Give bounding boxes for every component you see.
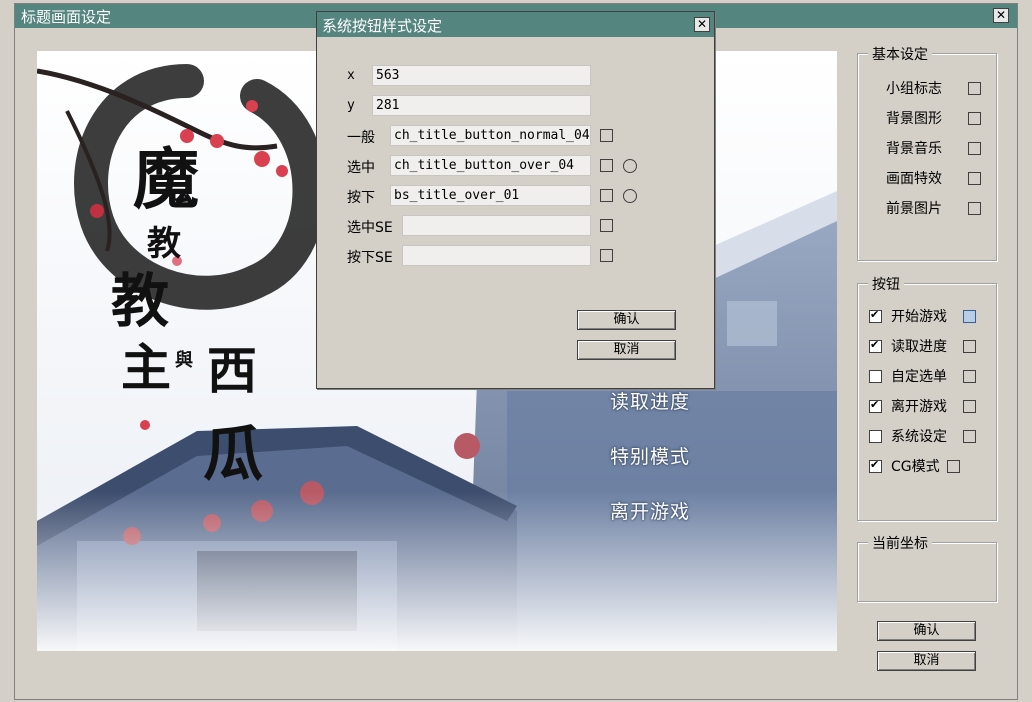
down-image-input[interactable]: bs_title_over_01: [390, 185, 591, 206]
game-logo: 魔 教 教 主 與 西 瓜: [111, 126, 307, 490]
logo-char: 教: [111, 267, 170, 335]
main-cancel-button[interactable]: 取消: [877, 651, 976, 671]
logo-char: 瓜: [203, 420, 263, 490]
logo-char: 主: [121, 338, 171, 397]
basic-setting-row: 画面特效: [886, 168, 981, 188]
cg-mode-checkbox[interactable]: [869, 458, 882, 473]
edit-square-button[interactable]: [963, 369, 976, 383]
preview-menu-load[interactable]: 读取进度: [610, 387, 690, 414]
normal-browse-button[interactable]: [600, 129, 613, 142]
button-row-custom-menu: 自定选单: [869, 366, 976, 386]
basic-setting-row: 背景图形: [886, 108, 981, 128]
basic-setting-label: 前景图片: [886, 201, 942, 217]
basic-settings-group: 基本设定 小组标志 背景图形 背景音乐 画面特效 前景图片: [857, 44, 997, 261]
edit-square-button[interactable]: [968, 81, 981, 95]
edit-square-button[interactable]: [963, 429, 976, 443]
button-row-label: 读取进度: [891, 339, 947, 355]
start-game-checkbox[interactable]: [869, 308, 882, 323]
basic-setting-row: 背景音乐: [886, 138, 981, 158]
logo-char: 與: [175, 350, 193, 371]
buttons-group-label: 按钮: [868, 274, 904, 294]
main-ok-button[interactable]: 确认: [877, 621, 976, 641]
current-coords-group: 当前坐标: [857, 533, 997, 602]
over-browse-button[interactable]: [600, 159, 613, 172]
button-row-system: 系统设定: [869, 426, 976, 446]
button-row-label: 开始游戏: [891, 309, 947, 325]
edit-square-button[interactable]: [968, 171, 981, 185]
down-browse-button[interactable]: [600, 189, 613, 202]
over-se-browse-button[interactable]: [600, 219, 613, 232]
down-se-label: 按下SE: [347, 250, 393, 266]
exit-game-checkbox[interactable]: [869, 398, 882, 413]
basic-setting-label: 背景图形: [886, 111, 942, 127]
edit-square-button[interactable]: [968, 201, 981, 215]
normal-label: 一般: [347, 130, 375, 146]
y-label: y: [347, 98, 355, 113]
dialog-close-button[interactable]: ✕: [694, 17, 710, 32]
over-label: 选中: [347, 160, 375, 176]
basic-settings-label: 基本设定: [868, 44, 932, 64]
button-row-load: 读取进度: [869, 336, 976, 356]
close-icon: ✕: [995, 8, 1007, 22]
preview-menu-special[interactable]: 特别模式: [610, 442, 690, 469]
edit-square-button[interactable]: [963, 339, 976, 353]
basic-setting-label: 画面特效: [886, 171, 942, 187]
basic-setting-label: 小组标志: [886, 81, 942, 97]
main-close-button[interactable]: ✕: [993, 8, 1009, 23]
basic-setting-row: 前景图片: [886, 198, 981, 218]
buttons-group: 按钮 开始游戏 读取进度 自定选单 离开游戏 系统设定 CG模式: [857, 274, 997, 521]
edit-square-button[interactable]: [968, 141, 981, 155]
button-row-label: 离开游戏: [891, 399, 947, 415]
button-row-exit: 离开游戏: [869, 396, 976, 416]
button-row-start: 开始游戏: [869, 306, 976, 326]
dialog-cancel-button[interactable]: 取消: [577, 340, 676, 360]
x-input[interactable]: 563: [372, 65, 591, 86]
custom-menu-checkbox[interactable]: [869, 369, 882, 383]
basic-setting-label: 背景音乐: [886, 141, 942, 157]
button-row-cg: CG模式: [869, 456, 960, 476]
over-preview-radio[interactable]: [623, 159, 637, 173]
logo-char: 魔: [133, 140, 199, 218]
dialog-title: 系统按钮样式设定: [322, 17, 443, 35]
edit-square-button[interactable]: [963, 309, 976, 323]
down-se-browse-button[interactable]: [600, 249, 613, 262]
normal-image-input[interactable]: ch_title_button_normal_04: [390, 125, 591, 146]
current-coords-label: 当前坐标: [868, 533, 932, 553]
system-settings-checkbox[interactable]: [869, 429, 882, 443]
load-game-checkbox[interactable]: [869, 338, 882, 353]
edit-square-button[interactable]: [963, 399, 976, 413]
system-button-style-dialog: 系统按钮样式设定 ✕ x 563 y 281 一般 ch_title_butto…: [316, 11, 715, 389]
close-icon: ✕: [696, 17, 708, 31]
dialog-ok-button[interactable]: 确认: [577, 310, 676, 330]
button-row-label: CG模式: [891, 459, 940, 475]
button-row-label: 自定选单: [891, 369, 947, 385]
over-se-input[interactable]: [402, 215, 591, 236]
logo-char: 西: [207, 341, 257, 400]
preview-menu-exit[interactable]: 离开游戏: [610, 497, 690, 524]
basic-setting-row: 小组标志: [886, 78, 981, 98]
button-row-label: 系统设定: [891, 429, 947, 445]
over-se-label: 选中SE: [347, 220, 393, 236]
down-se-input[interactable]: [402, 245, 591, 266]
x-label: x: [347, 68, 355, 83]
down-label: 按下: [347, 190, 375, 206]
down-preview-radio[interactable]: [623, 189, 637, 203]
main-window-title: 标题画面设定: [21, 8, 112, 26]
y-input[interactable]: 281: [372, 95, 591, 116]
edit-square-button[interactable]: [968, 111, 981, 125]
dialog-titlebar[interactable]: 系统按钮样式设定 ✕: [317, 12, 714, 37]
over-image-input[interactable]: ch_title_button_over_04: [390, 155, 591, 176]
edit-square-button[interactable]: [947, 459, 960, 473]
